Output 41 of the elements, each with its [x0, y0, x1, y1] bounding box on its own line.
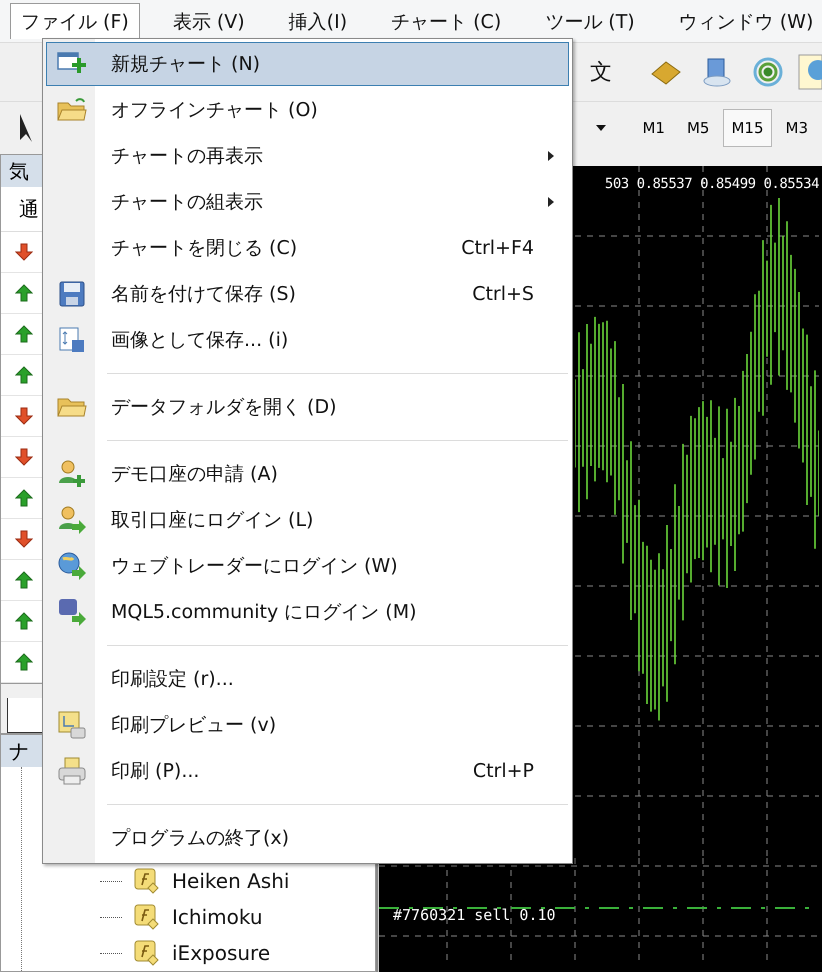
tree-item[interactable]: Heiken Ashi [172, 869, 290, 893]
menu-item[interactable]: 新規チャート (N) [46, 42, 569, 86]
user-plus-icon [57, 459, 87, 489]
menu-item[interactable]: MQL5.community にログイン (M) [46, 590, 569, 634]
timeframe-button[interactable]: M1 [634, 109, 673, 147]
timeframe-button[interactable]: M5 [678, 109, 718, 147]
timeframe-button[interactable]: M15 [723, 109, 772, 147]
menu-item[interactable]: 印刷設定 (r)... [46, 657, 569, 701]
timeframe-button[interactable]: M3 [778, 109, 816, 147]
menu-item[interactable]: 取引口座にログイン (L) [46, 498, 569, 542]
function-icon [134, 940, 160, 966]
menu-item[interactable]: 画像として保存... (i) [46, 318, 569, 362]
order-label: #7760321 sell 0.10 [393, 906, 556, 924]
print-preview-icon [57, 710, 87, 740]
tree-item[interactable]: iExposure [172, 941, 270, 965]
menu-tab[interactable]: ツール (T) [534, 3, 646, 39]
menu-tab[interactable]: ファイル (F) [10, 3, 140, 39]
globe-arrow-icon [57, 551, 87, 581]
menu-item[interactable]: 名前を付けて保存 (S) Ctrl+S [46, 272, 569, 316]
printer-icon [57, 756, 87, 786]
toolbar-label[interactable]: 文 [590, 57, 612, 87]
dropdown-arrow-icon[interactable] [596, 125, 606, 131]
toolbar-icon[interactable] [798, 54, 822, 90]
menu-item[interactable]: デモ口座の申請 (A) [46, 452, 569, 496]
price-readout: 503 0.85537 0.85499 0.85534 [604, 176, 819, 192]
function-icon [134, 904, 160, 930]
menu-item[interactable]: データフォルダを開く (D) [46, 385, 569, 429]
menu-item[interactable]: プログラムの終了(x) [46, 816, 569, 860]
folder-icon [56, 97, 88, 123]
menu-tab[interactable]: 挿入(I) [278, 3, 358, 39]
menu-item[interactable]: オフラインチャート (O) [46, 88, 569, 132]
function-icon [134, 868, 160, 894]
menu-item[interactable]: ウェブトレーダーにログイン (W) [46, 544, 569, 588]
tree-item[interactable]: Ichimoku [172, 905, 262, 929]
user-arrow-icon [57, 505, 87, 535]
save-image-icon [58, 326, 86, 354]
computer-icon[interactable] [702, 57, 732, 87]
menu-tab[interactable]: 表示 (V) [162, 3, 256, 39]
signal-icon[interactable] [752, 56, 784, 88]
menu-tab[interactable]: チャート (C) [380, 3, 512, 39]
menu-tab[interactable]: ウィンドウ (W) [668, 3, 822, 39]
